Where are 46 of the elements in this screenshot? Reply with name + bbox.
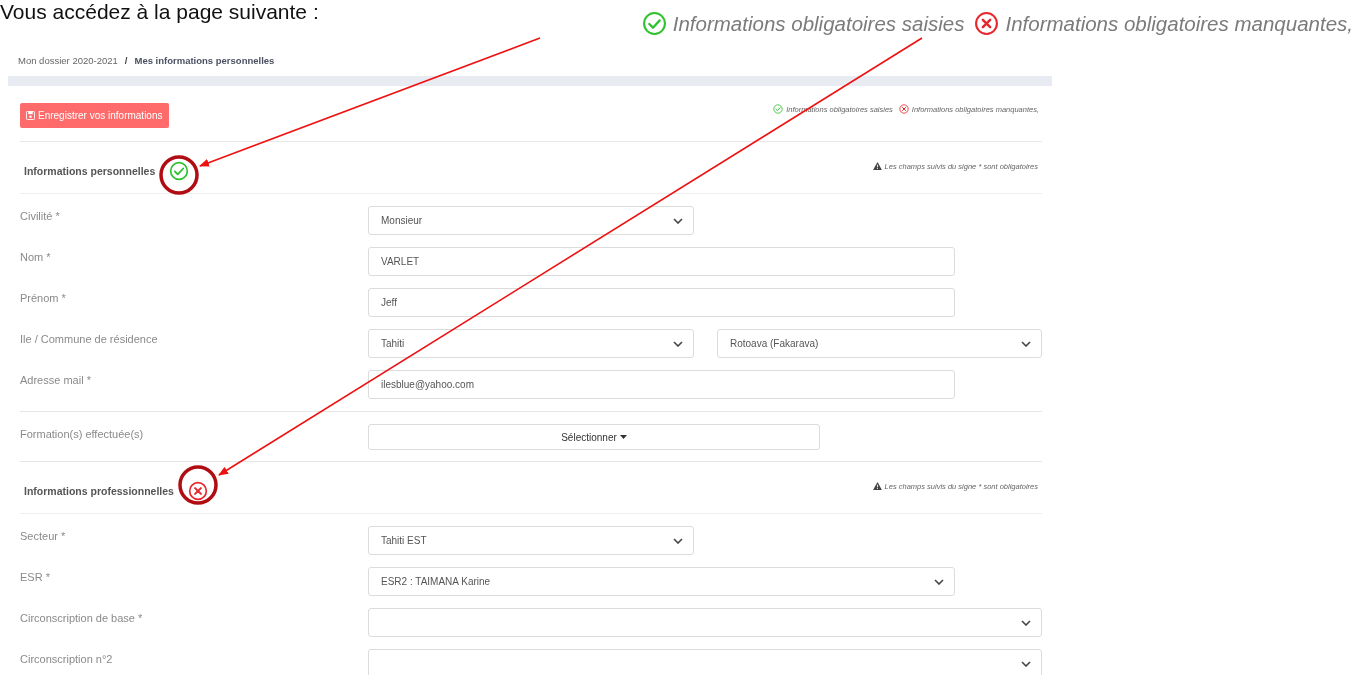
- dropdown-button[interactable]: Sélectionner: [368, 424, 820, 450]
- text-field[interactable]: VARLET: [368, 247, 955, 276]
- chevron-down-icon: [1021, 660, 1031, 667]
- select-field[interactable]: Rotoava (Fakarava): [717, 329, 1042, 358]
- check-circle-icon: [641, 11, 667, 36]
- chevron-down-icon: [1021, 619, 1031, 626]
- warning-icon: [872, 162, 882, 170]
- check-circle-icon: [773, 104, 784, 114]
- select-field[interactable]: Tahiti: [368, 329, 694, 358]
- select-field[interactable]: Monsieur: [368, 206, 694, 235]
- breadcrumb-link[interactable]: Mes informations personnelles: [134, 54, 275, 66]
- save-icon: [26, 111, 35, 120]
- section-title: Informations professionnelles: [24, 484, 174, 497]
- field-label: Adresse mail *: [20, 373, 92, 388]
- breadcrumb-link[interactable]: Mon dossier 2020-2021: [18, 54, 118, 66]
- select-field[interactable]: ESR2 : TAIMANA Karine: [368, 567, 955, 596]
- field-label: Ile / Commune de résidence: [20, 332, 159, 347]
- section-title: Informations personnelles: [24, 164, 156, 177]
- select-field[interactable]: Tahiti EST: [368, 526, 694, 555]
- chevron-down-icon: [934, 578, 944, 585]
- breadcrumb-separator: /: [124, 54, 128, 66]
- highlight-circle: [159, 155, 199, 195]
- caret-down-icon: [619, 435, 627, 439]
- field-label: Civilité *: [20, 209, 61, 224]
- field-label: ESR *: [20, 570, 51, 585]
- field-label: Circonscription n°2: [20, 652, 114, 667]
- chevron-down-icon: [673, 537, 683, 544]
- cross-circle-icon: [974, 11, 1000, 36]
- legend-text: Informations obligatoires saisies: [672, 11, 965, 36]
- text-field[interactable]: Jeff: [368, 288, 955, 317]
- intro-text: Vous accédez à la page suivante :: [0, 0, 319, 24]
- select-field[interactable]: [368, 608, 1042, 637]
- chevron-down-icon: [673, 340, 683, 347]
- field-label: Prénom *: [20, 291, 67, 306]
- chevron-down-icon: [1021, 340, 1031, 347]
- select-field[interactable]: [368, 649, 1042, 675]
- field-label: Secteur *: [20, 529, 67, 544]
- text-field[interactable]: ilesblue@yahoo.com: [368, 370, 955, 399]
- field-label: Formation(s) effectuée(s): [20, 427, 145, 442]
- field-label: Nom *: [20, 250, 52, 265]
- cross-circle-icon: [898, 104, 909, 114]
- warning-icon: [872, 482, 882, 490]
- field-label: Circonscription de base *: [20, 611, 144, 626]
- highlight-circle: [178, 465, 218, 505]
- legend-text: Informations obligatoires manquantes,: [1005, 11, 1353, 36]
- chevron-down-icon: [673, 217, 683, 224]
